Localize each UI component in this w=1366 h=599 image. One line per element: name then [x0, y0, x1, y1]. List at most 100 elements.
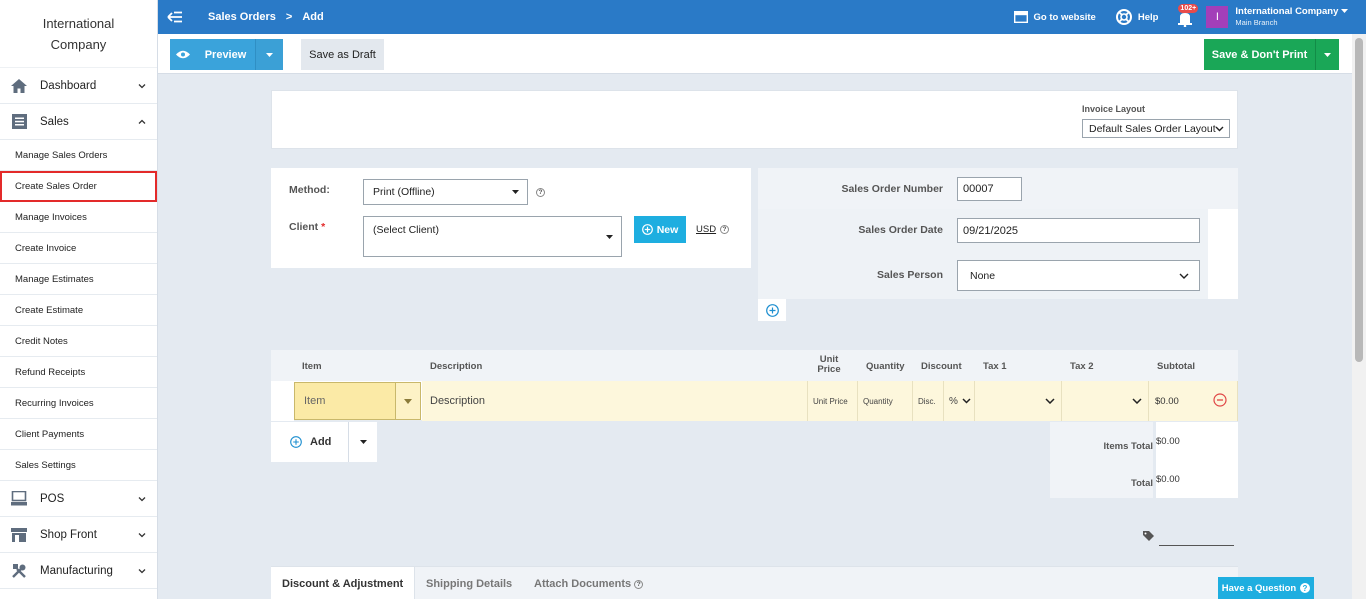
- have-a-question-label: Have a Question: [1221, 582, 1297, 594]
- nav-pos[interactable]: POS: [0, 481, 157, 517]
- have-a-question-button[interactable]: Have a Question ?: [1218, 577, 1314, 599]
- total-label: Total: [1131, 478, 1153, 489]
- monitor-icon: [10, 491, 28, 507]
- store-icon: [10, 527, 28, 543]
- item-dropdown-button[interactable]: [396, 382, 421, 420]
- notifications-button[interactable]: 102+: [1176, 4, 1199, 28]
- total-value: $0.00: [1156, 460, 1238, 498]
- breadcrumb-separator: >: [285, 11, 293, 23]
- nav-shop-front-label: Shop Front: [40, 528, 97, 541]
- attach-help-icon[interactable]: ?: [634, 580, 644, 589]
- tab-discount-adjustment[interactable]: Discount & Adjustment: [271, 567, 416, 599]
- nav-client-payments[interactable]: Client Payments: [0, 419, 157, 450]
- add-item-button[interactable]: Add: [271, 422, 348, 462]
- brand-name: International Company: [0, 0, 157, 68]
- nav-sales-settings[interactable]: Sales Settings: [0, 450, 157, 481]
- nav-manage-estimates[interactable]: Manage Estimates: [0, 264, 157, 295]
- nav-refund-receipts[interactable]: Refund Receipts: [0, 357, 157, 388]
- nav-manage-sales-orders[interactable]: Manage Sales Orders: [0, 140, 157, 171]
- remove-row-icon[interactable]: [1213, 393, 1227, 407]
- chevron-down-icon: [962, 398, 971, 404]
- invoice-layout-label: Invoice Layout: [1082, 104, 1146, 114]
- new-client-button[interactable]: New: [634, 216, 686, 243]
- nav-credit-notes[interactable]: Credit Notes: [0, 326, 157, 357]
- client-select[interactable]: (Select Client): [363, 216, 622, 257]
- col-discount: Discount: [921, 361, 962, 372]
- tax1-select[interactable]: [975, 381, 1062, 421]
- scrollbar-thumb[interactable]: [1355, 38, 1363, 362]
- col-tax2: Tax 2: [1070, 361, 1094, 372]
- nav-manufacturing[interactable]: Manufacturing: [0, 553, 157, 589]
- tab-attach-documents[interactable]: Attach Documents ?: [534, 567, 644, 599]
- discount-type-select[interactable]: %: [944, 381, 975, 421]
- unit-price-input[interactable]: Unit Price: [808, 381, 858, 421]
- quantity-input[interactable]: Quantity: [858, 381, 913, 421]
- method-select[interactable]: Print (Offline): [363, 179, 528, 205]
- tax2-select[interactable]: [1062, 381, 1149, 421]
- preview-button[interactable]: Preview: [170, 39, 283, 70]
- nav-dashboard[interactable]: Dashboard: [0, 68, 157, 104]
- save-as-draft-button[interactable]: Save as Draft: [301, 39, 384, 70]
- discount-input[interactable]: Disc.: [913, 381, 944, 421]
- go-to-website-link[interactable]: Go to website: [1013, 11, 1096, 23]
- so-date-input[interactable]: 09/21/2025: [957, 218, 1200, 243]
- add-item-group: Add: [271, 422, 377, 462]
- save-dropdown-button[interactable]: [1315, 39, 1339, 70]
- col-unit-price: Unit Price: [817, 354, 841, 375]
- currency-link[interactable]: USD: [696, 224, 716, 235]
- action-toolbar: Preview Save as Draft Save & Don't Print: [158, 34, 1352, 74]
- tag-icon[interactable]: [1143, 531, 1155, 544]
- caret-down-icon: [1341, 9, 1348, 13]
- nav-shop-front[interactable]: Shop Front: [0, 517, 157, 553]
- page-scrollbar[interactable]: [1352, 34, 1366, 599]
- nav-pos-label: POS: [40, 492, 65, 505]
- description-input[interactable]: Description: [422, 381, 808, 421]
- client-panel: Method: Print (Offline) ? Client * (Sele…: [271, 168, 751, 268]
- totals-panel: Items Total $0.00 Total $0.00: [1050, 422, 1238, 498]
- discount-type-value: %: [949, 395, 958, 407]
- tab-shipping-details[interactable]: Shipping Details: [426, 567, 512, 599]
- preview-label: Preview: [204, 48, 247, 61]
- chevron-down-icon: [138, 532, 146, 537]
- bottom-tabs: Discount & Adjustment Shipping Details A…: [271, 566, 1238, 599]
- invoice-layout-value: Default Sales Order Layout: [1089, 122, 1216, 135]
- so-date-label: Sales Order Date: [858, 224, 943, 236]
- sales-person-select[interactable]: None: [957, 260, 1200, 291]
- nav-create-estimate[interactable]: Create Estimate: [0, 295, 157, 326]
- nav-manage-invoices[interactable]: Manage Invoices: [0, 202, 157, 233]
- topbar: Sales Orders > Add Go to website Help 10…: [158, 0, 1366, 34]
- so-number-input[interactable]: 00007: [957, 177, 1022, 201]
- preview-dropdown-button[interactable]: [255, 39, 283, 70]
- nav-create-invoice[interactable]: Create Invoice: [0, 233, 157, 264]
- plus-circle-icon: [290, 436, 302, 448]
- sidebar: International Company Dashboard Sales Ma…: [0, 0, 158, 599]
- question-circle-icon: ?: [1300, 583, 1311, 593]
- avatar[interactable]: I: [1206, 6, 1229, 28]
- nav-sales[interactable]: Sales: [0, 104, 157, 140]
- items-table-header: Item Description Unit Price Quantity Dis…: [271, 350, 1238, 382]
- currency-help-icon[interactable]: ?: [720, 225, 729, 234]
- col-item: Item: [302, 361, 322, 372]
- breadcrumb-sales-orders[interactable]: Sales Orders: [208, 11, 276, 23]
- method-help-icon[interactable]: ?: [536, 188, 545, 197]
- branch-name: Main Branch: [1235, 18, 1278, 27]
- chevron-down-icon: [1045, 398, 1055, 404]
- breadcrumb-current: Add: [302, 11, 324, 23]
- add-item-dropdown-button[interactable]: [348, 422, 377, 462]
- items-total-label: Items Total: [1103, 441, 1153, 452]
- caret-down-icon: [359, 440, 367, 444]
- add-field-button[interactable]: [758, 299, 786, 321]
- caret-down-icon: [512, 190, 519, 194]
- invoice-layout-select[interactable]: Default Sales Order Layout: [1082, 119, 1230, 138]
- item-input[interactable]: Item: [294, 382, 396, 420]
- company-switcher[interactable]: International Company Main Branch: [1235, 6, 1348, 28]
- menu-toggle-button[interactable]: [158, 0, 192, 34]
- nav-create-sales-order[interactable]: Create Sales Order: [0, 171, 157, 202]
- nav-recurring-invoices[interactable]: Recurring Invoices: [0, 388, 157, 419]
- save-dont-print-button[interactable]: Save & Don't Print: [1204, 39, 1339, 70]
- tags-input[interactable]: [1159, 545, 1234, 546]
- chevron-down-icon: [1179, 273, 1189, 279]
- sales-person-label: Sales Person: [877, 269, 943, 281]
- help-link[interactable]: Help: [1115, 9, 1158, 25]
- chevron-up-icon: [138, 119, 146, 124]
